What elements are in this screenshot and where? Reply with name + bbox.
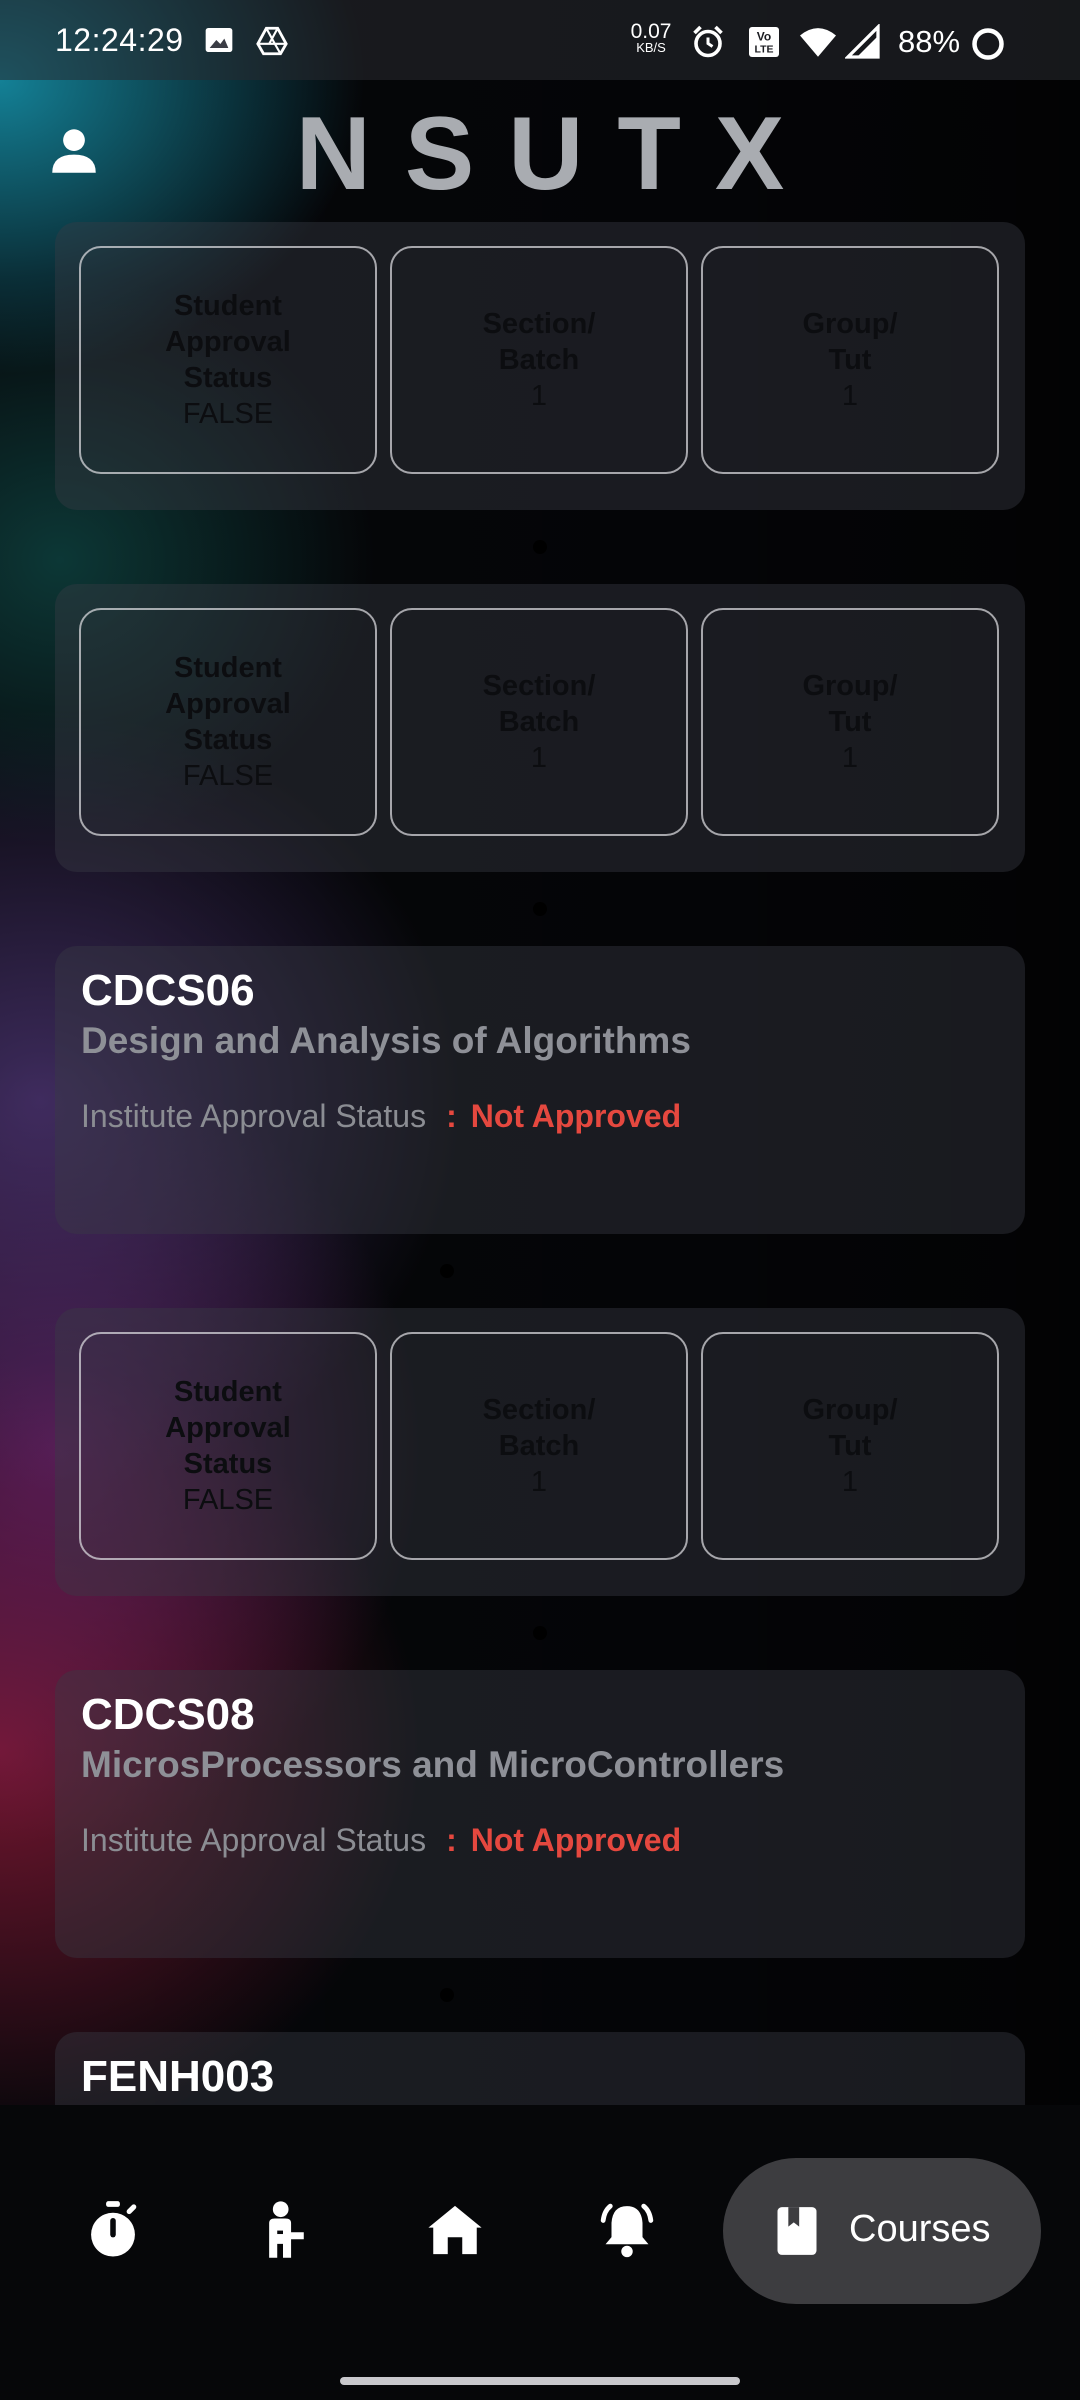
separator-dot [533, 540, 547, 554]
stopwatch-icon [91, 2201, 137, 2257]
section-batch-cell: Section/ Batch 1 [390, 608, 688, 836]
institute-approval-label: Institute Approval Status [81, 1822, 427, 1858]
separator-dot [533, 902, 547, 916]
section-batch-value: 1 [530, 380, 548, 412]
separator-colon: : [446, 1822, 457, 1858]
section-batch-label: Section/ Batch [482, 670, 596, 738]
home-indicator[interactable] [340, 2377, 740, 2385]
battery-ring-icon [972, 28, 1004, 60]
separator-dot [440, 1264, 454, 1278]
bell-ringing-icon [600, 2203, 654, 2258]
nav-courses-label: Courses [849, 2208, 991, 2250]
status-time: 12:24:29 [55, 22, 184, 58]
group-tut-label: Group/ Tut [802, 670, 898, 738]
volte-icon: Vo LTE [749, 27, 779, 57]
nav-courses-active[interactable]: Courses [723, 2158, 1041, 2304]
course-detail-card: Student Approval Status FALSE Section/ B… [55, 584, 1025, 872]
institute-approval-value: Not Approved [470, 1822, 682, 1858]
bottom-navigation: Courses [0, 2105, 1080, 2400]
course-list[interactable]: Student Approval Status FALSE Section/ B… [55, 220, 1025, 2105]
group-tut-value: 1 [841, 380, 859, 412]
app-title: NSUTX [295, 96, 819, 212]
person-raising-hand-icon [269, 2201, 304, 2258]
nav-notifications[interactable] [592, 2195, 662, 2265]
nav-attendance[interactable] [248, 2195, 318, 2265]
section-batch-value: 1 [530, 1466, 548, 1498]
svg-text:LTE: LTE [754, 44, 773, 56]
course-card[interactable]: FENH003 [55, 2032, 1025, 2105]
alarm-icon [693, 25, 723, 58]
section-batch-label: Section/ Batch [482, 1394, 596, 1462]
student-approval-label: Student Approval Status [165, 652, 291, 756]
section-batch-cell: Section/ Batch 1 [390, 246, 688, 474]
group-tut-cell: Group/ Tut 1 [701, 608, 999, 836]
book-icon [777, 2207, 817, 2255]
course-code: CDCS06 [81, 966, 255, 1015]
course-code: FENH003 [81, 2052, 275, 2101]
separator-dot [533, 1626, 547, 1640]
status-bar: 12:24:29 0.07 KB/S Vo LTE 88% [0, 0, 1080, 80]
student-approval-value: FALSE [182, 760, 274, 792]
course-code: CDCS08 [81, 1690, 255, 1739]
group-tut-label: Group/ Tut [802, 1394, 898, 1462]
separator-dot [440, 1988, 454, 2002]
course-name: MicrosProcessors and MicroControllers [81, 1744, 785, 1785]
group-tut-cell: Group/ Tut 1 [701, 1332, 999, 1560]
course-detail-card: Student Approval Status FALSE Section/ B… [55, 222, 1025, 510]
group-tut-value: 1 [841, 742, 859, 774]
student-approval-cell: Student Approval Status FALSE [79, 1332, 377, 1560]
separator-colon: : [446, 1098, 457, 1134]
group-tut-cell: Group/ Tut 1 [701, 246, 999, 474]
course-card[interactable]: CDCS08 MicrosProcessors and MicroControl… [55, 1670, 1025, 1958]
home-icon [428, 2205, 482, 2255]
svg-text:Vo: Vo [757, 30, 771, 44]
institute-approval-row: Institute Approval Status: Not Approved [81, 1822, 681, 1859]
student-approval-value: FALSE [182, 398, 274, 430]
nav-home[interactable] [420, 2195, 490, 2265]
course-card[interactable]: CDCS06 Design and Analysis of Algorithms… [55, 946, 1025, 1234]
image-icon [205, 28, 233, 52]
section-batch-label: Section/ Batch [482, 308, 596, 376]
course-name: Design and Analysis of Algorithms [81, 1020, 691, 1061]
drive-icon [256, 26, 288, 56]
course-detail-card: Student Approval Status FALSE Section/ B… [55, 1308, 1025, 1596]
institute-approval-value: Not Approved [470, 1098, 682, 1134]
student-approval-value: FALSE [182, 1484, 274, 1516]
group-tut-label: Group/ Tut [802, 308, 898, 376]
student-approval-cell: Student Approval Status FALSE [79, 608, 377, 836]
student-approval-cell: Student Approval Status FALSE [79, 246, 377, 474]
institute-approval-row: Institute Approval Status: Not Approved [81, 1098, 681, 1135]
section-batch-value: 1 [530, 742, 548, 774]
wifi-icon [800, 28, 836, 57]
battery-percent: 88% [898, 24, 961, 59]
student-approval-label: Student Approval Status [165, 1376, 291, 1480]
section-batch-cell: Section/ Batch 1 [390, 1332, 688, 1560]
group-tut-value: 1 [841, 1466, 859, 1498]
signal-icon [845, 24, 880, 59]
network-speed: 0.07 KB/S [630, 20, 672, 55]
student-approval-label: Student Approval Status [165, 290, 291, 394]
institute-approval-label: Institute Approval Status [81, 1098, 427, 1134]
nav-timer[interactable] [78, 2195, 148, 2265]
